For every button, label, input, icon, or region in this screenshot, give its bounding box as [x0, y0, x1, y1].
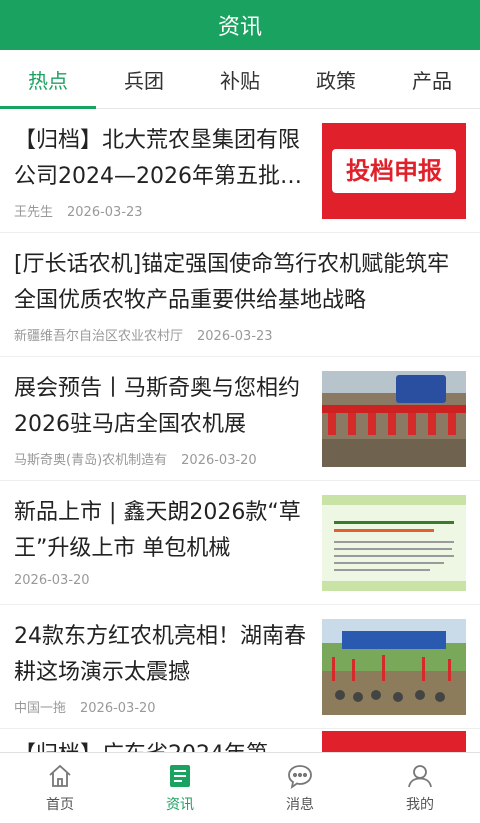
article-item[interactable]: 24款东方红农机亮相！湖南春耕这场演示太震撼 中国一拖 2026-03-20: [0, 605, 480, 729]
article-thumbnail: [322, 371, 466, 467]
article-thumbnail: [322, 619, 466, 715]
article-meta: 新疆维吾尔自治区农业农村厅 2026-03-23: [14, 325, 273, 344]
article-item[interactable]: 展会预告丨马斯奇奥与您相约2026驻马店全国农机展 马斯奇奥(青岛)农机制造有 2…: [0, 357, 480, 481]
tab-bingtuan[interactable]: 兵团: [96, 50, 192, 108]
nav-profile[interactable]: 我的: [360, 753, 480, 823]
article-date: 2026-03-20: [181, 453, 257, 468]
bottom-navigation: 首页 资讯 消息 我的: [0, 752, 480, 823]
article-meta: 2026-03-20: [14, 573, 90, 588]
article-meta: 马斯奇奥(青岛)农机制造有 2026-03-20: [14, 449, 257, 468]
article-date: 2026-03-23: [197, 329, 273, 344]
article-title: [厅长话农机]锚定强国使命笃行农机赋能筑牢全国优质农牧产品重要供给基地战略: [14, 252, 450, 313]
article-source: 王先生: [14, 205, 54, 220]
article-item[interactable]: 新品上市 | 鑫天朗2026款“草王”升级上市 单包机械 2026-03-20: [0, 481, 480, 605]
user-icon: [408, 765, 432, 788]
article-title: 展会预告丨马斯奇奥与您相约2026驻马店全国农机展: [14, 376, 301, 437]
page-title: 资讯: [217, 15, 262, 40]
article-source: 新疆维吾尔自治区农业农村厅: [14, 329, 184, 344]
tab-policy[interactable]: 政策: [288, 50, 384, 108]
nav-label: 我的: [406, 797, 434, 813]
article-title: 24款东方红农机亮相！湖南春耕这场演示太震撼: [14, 624, 306, 685]
article-item[interactable]: [厅长话农机]锚定强国使命笃行农机赋能筑牢全国优质农牧产品重要供给基地战略 新疆…: [0, 233, 480, 357]
tab-hot[interactable]: 热点: [0, 50, 96, 109]
article-source: 马斯奇奥(青岛)农机制造有: [14, 453, 168, 468]
article-thumbnail: [322, 495, 466, 591]
nav-messages[interactable]: 消息: [240, 753, 360, 823]
article-thumbnail: [322, 731, 466, 753]
article-date: 2026-03-20: [14, 573, 90, 588]
article-thumbnail: 投档申报: [322, 123, 466, 219]
home-icon: [49, 764, 71, 787]
tab-products[interactable]: 产品: [384, 50, 480, 108]
nav-label: 资讯: [166, 797, 194, 813]
thumbnail-caption: 投档申报: [346, 157, 442, 185]
article-title: 【归档】北大荒农垦集团有限公司2024—2026年第五批农机购置补贴: [14, 128, 302, 189]
article-date: 2026-03-23: [67, 205, 143, 220]
article-date: 2026-03-20: [80, 701, 156, 716]
tab-subsidy[interactable]: 补贴: [192, 50, 288, 108]
news-icon: [170, 765, 190, 787]
nav-news[interactable]: 资讯: [120, 753, 240, 823]
article-meta: 中国一拖 2026-03-20: [14, 697, 156, 716]
article-meta: 王先生 2026-03-23: [14, 201, 143, 220]
article-item[interactable]: 【归档】北大荒农垦集团有限公司2024—2026年第五批农机购置补贴 王先生 20…: [0, 109, 480, 233]
nav-label: 首页: [46, 797, 74, 813]
nav-label: 消息: [286, 797, 314, 813]
article-title: 新品上市 | 鑫天朗2026款“草王”升级上市 单包机械: [14, 500, 301, 561]
message-icon: [288, 765, 312, 790]
category-tabs: 热点 兵团 补贴 政策 产品: [0, 50, 480, 109]
article-list: 【归档】北大荒农垦集团有限公司2024—2026年第五批农机购置补贴 王先生 20…: [0, 109, 480, 767]
app-header: 资讯: [0, 0, 480, 50]
article-source: 中国一拖: [14, 701, 67, 716]
nav-home[interactable]: 首页: [0, 753, 120, 823]
